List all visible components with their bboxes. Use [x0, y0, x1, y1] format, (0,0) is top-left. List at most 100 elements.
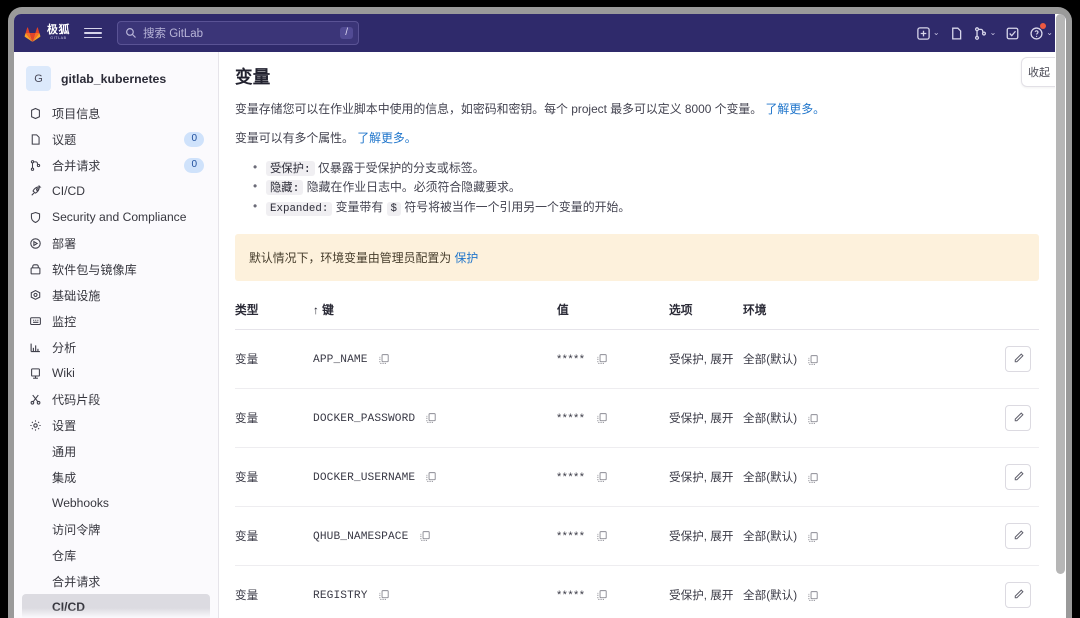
sidebar-item-label: 合并请求 — [52, 158, 101, 173]
content-collapse-label: 收起 — [1028, 67, 1050, 79]
copy-icon[interactable] — [596, 412, 608, 424]
logo-brand-sub: GITLAB — [50, 36, 67, 41]
sidebar-subitem-label: 通用 — [52, 444, 77, 459]
merge-requests-menu[interactable]: ⌄ — [970, 20, 1000, 46]
sidebar-item-project-info[interactable]: 项目信息 — [22, 100, 210, 126]
cell-key: DOCKER_USERNAME — [313, 447, 557, 506]
table-row: 变量 QHUB_NAMESPACE ***** 受保护, 展开 全部(默认) — [235, 506, 1039, 566]
project-name: gitlab_kubernetes — [61, 71, 167, 86]
learn-more-link-2[interactable]: 了解更多。 — [357, 131, 416, 145]
copy-icon[interactable] — [596, 589, 608, 601]
project-avatar: G — [26, 66, 51, 91]
copy-icon[interactable] — [807, 531, 819, 543]
sidebar-item-monitor[interactable]: 监控 — [22, 308, 210, 334]
screenshot-frame: 极狐 GITLAB 搜索 GitLab / ⌄ ⌄ ⌄ G gitlab_kub… — [0, 0, 1080, 618]
sidebar-item-label: 监控 — [52, 314, 77, 329]
sidebar-item-label: 分析 — [52, 340, 77, 355]
edit-variable-button[interactable] — [1005, 404, 1031, 431]
project-header[interactable]: G gitlab_kubernetes — [22, 63, 210, 94]
sidebar-subitem-access-tokens[interactable]: 访问令牌 — [22, 516, 210, 542]
copy-icon[interactable] — [807, 354, 819, 366]
variables-description-1: 变量存储您可以在作业脚本中使用的信息，如密码和密钥。每个 project 最多可… — [235, 100, 1039, 118]
edit-variable-button[interactable] — [1005, 581, 1031, 608]
package-icon — [28, 263, 43, 276]
sidebar-item-label: 基础设施 — [52, 288, 101, 303]
variable-key: REGISTRY — [313, 589, 368, 602]
cell-actions — [851, 447, 1039, 506]
table-row: 变量 DOCKER_PASSWORD ***** 受保护, 展开 全部(默认) — [235, 388, 1039, 448]
sidebar-item-label: Wiki — [52, 366, 75, 380]
sidebar-item-wiki[interactable]: Wiki — [22, 360, 210, 386]
attribute-text: 变量带有 — [335, 199, 384, 214]
sidebar-item-security-and-compliance[interactable]: Security and Compliance — [22, 204, 210, 230]
copy-icon[interactable] — [425, 471, 437, 483]
column-header-key[interactable]: ↑ 键 — [313, 301, 557, 330]
column-header-environment[interactable]: 环境 — [743, 301, 851, 330]
copy-icon[interactable] — [807, 413, 819, 425]
copy-icon[interactable] — [425, 412, 437, 424]
rocket-icon — [28, 184, 43, 198]
sidebar-item-infrastructure[interactable]: 基础设施 — [22, 282, 210, 308]
copy-icon[interactable] — [378, 353, 390, 365]
edit-variable-button[interactable] — [1005, 345, 1031, 372]
cell-value: ***** — [557, 388, 669, 447]
sidebar-item-snippets[interactable]: 代码片段 — [22, 386, 210, 412]
cell-actions — [851, 565, 1039, 618]
column-header-value[interactable]: 值 — [557, 301, 669, 330]
masked-value: ***** — [557, 471, 586, 484]
environment-scope: 全部(默认) — [743, 588, 798, 602]
content-collapse-button[interactable]: 收起 — [1021, 57, 1055, 87]
column-header-type[interactable]: 类型 — [235, 301, 313, 330]
sidebar-item-cicd[interactable]: CI/CD — [22, 178, 210, 204]
edit-variable-button[interactable] — [1005, 463, 1031, 490]
sidebar-subitem-webhooks[interactable]: Webhooks — [22, 490, 210, 516]
create-new-menu[interactable]: ⌄ — [913, 20, 943, 46]
attribute-text: 隐藏在作业日志中。必须符合隐藏要求。 — [306, 180, 521, 195]
desc-text: 变量可以有多个属性。 — [235, 131, 354, 146]
top-navbar: 极狐 GITLAB 搜索 GitLab / ⌄ ⌄ ⌄ — [14, 14, 1066, 52]
copy-icon[interactable] — [596, 530, 608, 542]
variables-panel: 变量 变量存储您可以在作业脚本中使用的信息，如密码和密钥。每个 project … — [219, 52, 1055, 618]
page-scrollbar[interactable] — [1055, 14, 1066, 618]
gitlab-logo[interactable]: 极狐 GITLAB — [23, 24, 70, 43]
cell-options: 受保护, 展开 — [669, 352, 734, 366]
issues-shortcut[interactable] — [946, 20, 967, 46]
column-header-options[interactable]: 选项 — [669, 301, 743, 330]
copy-icon[interactable] — [419, 530, 431, 542]
alert-protected-link[interactable]: 保护 — [454, 251, 478, 265]
sidebar-subitem-merge-requests[interactable]: 合并请求 — [22, 568, 210, 594]
sidebar-item-deployments[interactable]: 部署 — [22, 230, 210, 256]
cell-value: ***** — [557, 329, 669, 388]
project-info-icon — [28, 107, 43, 120]
cell-options: 受保护, 展开 — [669, 470, 734, 484]
sidebar-item-settings[interactable]: 设置 — [22, 412, 210, 438]
sidebar-item-issues[interactable]: 议题 0 — [22, 126, 210, 152]
hamburger-menu-icon[interactable] — [84, 24, 102, 42]
pencil-edit-icon — [1014, 589, 1024, 599]
sidebar-subitem-label: 访问令牌 — [52, 522, 101, 537]
search-input[interactable]: 搜索 GitLab / — [117, 21, 359, 45]
copy-icon[interactable] — [807, 590, 819, 602]
sidebar-item-merge-requests[interactable]: 合并请求 0 — [22, 152, 210, 178]
scrollbar-thumb[interactable] — [1056, 14, 1065, 574]
sidebar-subitem-integrations[interactable]: 集成 — [22, 464, 210, 490]
sidebar-item-analytics[interactable]: 分析 — [22, 334, 210, 360]
learn-more-link-1[interactable]: 了解更多。 — [766, 102, 825, 116]
cell-type: 变量 — [235, 411, 259, 425]
column-header-actions — [851, 301, 1039, 330]
cell-key: REGISTRY — [313, 565, 557, 618]
sidebar-subitem-repository[interactable]: 仓库 — [22, 542, 210, 568]
copy-icon[interactable] — [378, 589, 390, 601]
sidebar-subitem-label: Webhooks — [52, 496, 109, 510]
copy-icon[interactable] — [596, 353, 608, 365]
environment-scope: 全部(默认) — [743, 411, 798, 425]
cell-actions — [851, 329, 1039, 388]
copy-icon[interactable] — [596, 471, 608, 483]
cell-type: 变量 — [235, 352, 259, 366]
todos-shortcut[interactable] — [1002, 20, 1023, 46]
sidebar-subitem-general[interactable]: 通用 — [22, 438, 210, 464]
help-menu[interactable]: ⌄ — [1026, 20, 1056, 46]
edit-variable-button[interactable] — [1005, 522, 1031, 549]
sidebar-item-packages-and-registries[interactable]: 软件包与镜像库 — [22, 256, 210, 282]
copy-icon[interactable] — [807, 472, 819, 484]
